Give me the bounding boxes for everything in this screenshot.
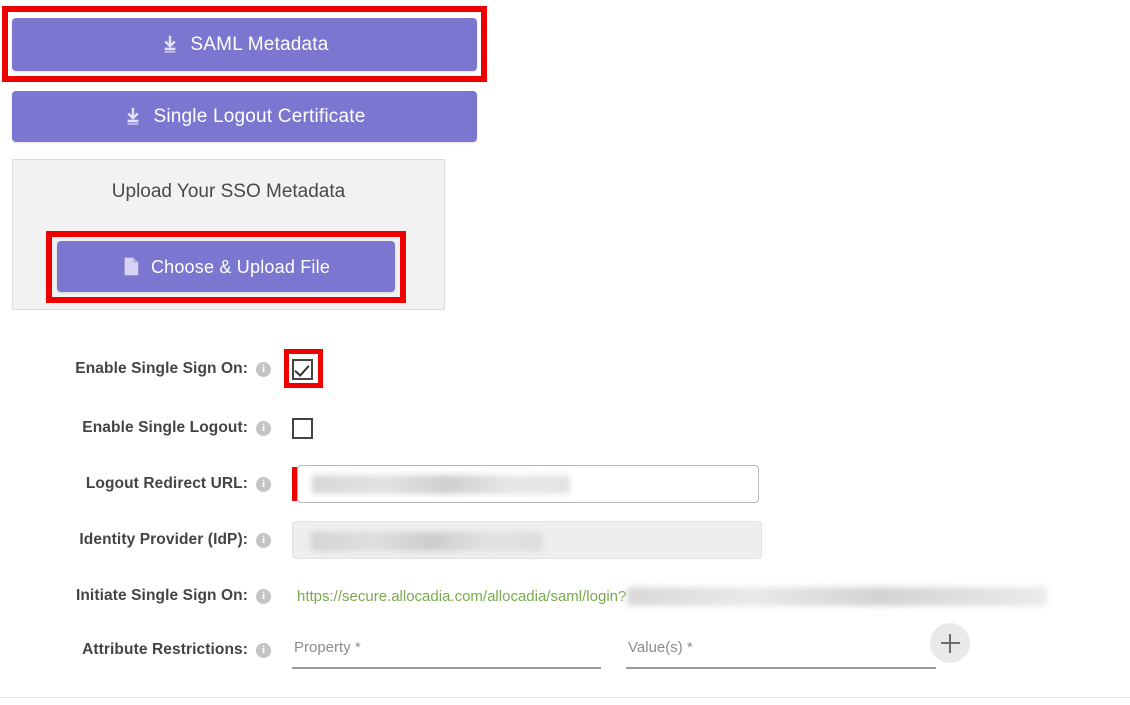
info-icon[interactable]: i (256, 476, 271, 492)
redacted-value (312, 475, 570, 494)
single-logout-certificate-button-label: Single Logout Certificate (153, 106, 366, 127)
label-logout-redirect-url: Logout Redirect URL: (85, 475, 248, 492)
bottom-divider (0, 697, 1130, 698)
saml-metadata-download-button[interactable]: SAML Metadata (12, 18, 477, 71)
sso-settings-page: SAML Metadata Single Logout Certificate … (0, 0, 1130, 705)
add-attribute-restriction-button[interactable] (930, 623, 970, 663)
initiate-sso-url-link[interactable]: https://secure.allocadia.com/allocadia/s… (297, 588, 626, 605)
identity-provider-input (292, 521, 762, 559)
info-icon[interactable]: i (256, 642, 271, 658)
attribute-property-input[interactable]: Property * (292, 631, 601, 669)
label-initiate-single-sign-on: Initiate Single Sign On: (75, 587, 248, 604)
form-row-identity-provider: Identity Provider (IdP): i (0, 521, 1130, 559)
info-icon[interactable]: i (256, 361, 271, 377)
download-icon (160, 35, 180, 55)
attribute-value-placeholder: Value(s) * (628, 639, 693, 656)
file-document-icon (122, 256, 141, 277)
label-identity-provider: Identity Provider (IdP): (79, 531, 248, 548)
plus-icon (949, 633, 951, 653)
checkbox-enable-single-sign-on[interactable] (292, 358, 313, 380)
form-row-enable-single-logout: Enable Single Logout: i (0, 414, 1130, 442)
checkbox-enable-single-logout[interactable] (292, 417, 313, 439)
saml-metadata-button-label: SAML Metadata (190, 34, 329, 55)
choose-and-upload-file-button[interactable]: Choose & Upload File (57, 241, 395, 292)
upload-panel-title: Upload Your SSO Metadata (111, 181, 346, 202)
initiate-sso-link-cell: https://secure.allocadia.com/allocadia/s… (297, 586, 1048, 606)
info-icon[interactable]: i (256, 420, 271, 436)
form-row-initiate-single-sign-on: Initiate Single Sign On: i https://secur… (0, 582, 1130, 610)
download-icon (123, 107, 143, 127)
redacted-value (311, 532, 543, 551)
label-enable-single-sign-on: Enable Single Sign On: (75, 360, 248, 377)
form-row-enable-single-sign-on: Enable Single Sign On: i (0, 355, 1130, 383)
single-logout-certificate-download-button[interactable]: Single Logout Certificate (12, 91, 477, 142)
label-enable-single-logout: Enable Single Logout: (82, 419, 248, 436)
attribute-property-placeholder: Property * (294, 639, 361, 656)
logout-redirect-url-input[interactable] (297, 465, 759, 503)
form-row-logout-redirect-url: Logout Redirect URL: i (0, 465, 1130, 503)
info-icon[interactable]: i (256, 532, 271, 548)
logout-redirect-url-field-wrap (292, 465, 759, 503)
info-icon[interactable]: i (256, 588, 271, 604)
label-attribute-restrictions: Attribute Restrictions: (82, 641, 248, 658)
attribute-value-input[interactable]: Value(s) * (626, 631, 936, 669)
choose-upload-file-button-label: Choose & Upload File (150, 256, 331, 277)
redacted-url-suffix (627, 586, 1048, 606)
identity-provider-field-wrap (292, 521, 762, 559)
